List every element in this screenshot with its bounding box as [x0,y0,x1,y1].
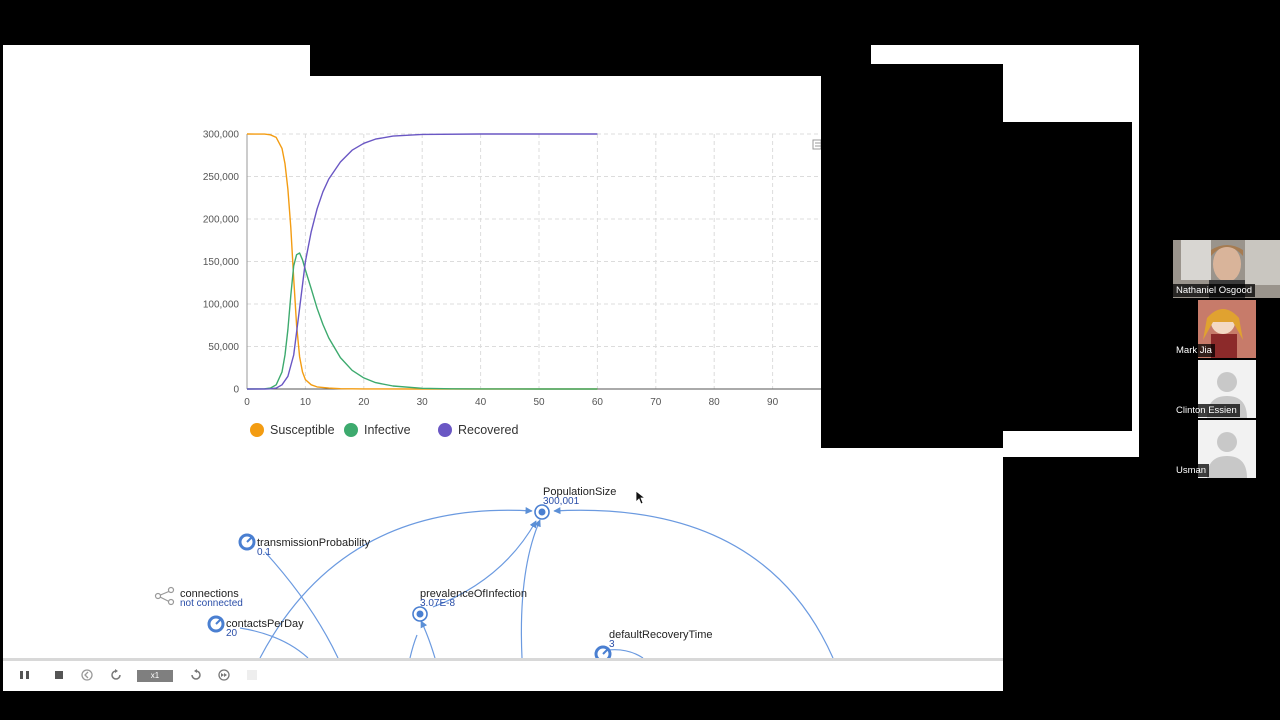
contacts-per-day-value: 20 [226,628,238,639]
transmission-probability-param-icon[interactable] [238,533,256,551]
fast-forward-icon [218,669,230,681]
legend-susceptible-label: Susceptible [270,423,335,437]
contacts-per-day-label: contactsPerDay [226,618,304,630]
speed-indicator[interactable]: x1 [137,670,173,682]
x-tick-label: 70 [650,397,662,408]
run-fast-button[interactable] [217,668,231,682]
participant-tile[interactable]: Mark Jia [1173,300,1280,358]
y-tick-label: 0 [233,385,239,396]
x-tick-label: 60 [592,397,604,408]
x-tick-label: 80 [709,397,721,408]
legend-infective-swatch [344,423,358,437]
pause-icon [20,671,29,679]
restart-button[interactable] [109,668,123,682]
population-size-value: 300,001 [543,496,580,507]
legend-susceptible-swatch [250,423,264,437]
participant-name: Clinton Essien [1173,404,1240,417]
x-tick-label: 20 [358,397,370,408]
step-back-icon [81,669,93,681]
blank-button-icon [247,670,257,680]
link-bottom-to-prevalence [420,620,436,658]
legend-recovered[interactable]: Recovered [438,423,518,437]
participant-name: Usman [1173,464,1210,477]
connections-share-icon[interactable] [154,586,175,606]
y-tick-label: 200,000 [203,215,240,226]
participant-tile[interactable]: Usman [1173,420,1280,478]
overlay-window-2 [1003,122,1132,431]
participant-name: Mark Jia [1173,344,1215,357]
stop-icon [55,671,63,679]
pause-button[interactable] [18,668,32,682]
legend-infective-label: Infective [364,423,411,437]
link-contacts-down [239,627,309,658]
model-diagram [154,504,834,658]
y-tick-label: 150,000 [203,257,240,268]
x-tick-label: 10 [300,397,312,408]
legend-recovered-swatch [438,423,452,437]
x-tick-label: 40 [475,397,487,408]
x-tick-label: 0 [244,397,250,408]
x-tick-label: 50 [533,397,545,408]
y-tick-label: 300,000 [203,130,240,141]
chart-tick-labels: 0 10 20 30 40 50 60 70 80 90 0 50,000 100,000 150,000… [203,130,779,409]
extra-toolbar-button[interactable] [245,668,259,682]
legend-recovered-label: Recovered [458,423,519,437]
contacts-per-day-param-icon[interactable] [207,615,225,633]
y-tick-label: 100,000 [203,300,240,311]
simulation-toolbar: x1 [3,658,1003,691]
legend-infective[interactable]: Infective [344,423,411,437]
transmission-probability-label: transmissionProbability [257,537,371,549]
transmission-probability-value: 0.1 [257,547,271,558]
connections-value: not connected [180,598,243,609]
y-tick-label: 50,000 [208,342,239,353]
participant-tile[interactable]: Clinton Essien [1173,360,1280,418]
participant-tile[interactable]: Nathaniel Osgood [1173,240,1280,298]
y-tick-label: 250,000 [203,172,240,183]
speed-up-icon [191,669,201,680]
stop-button[interactable] [52,668,66,682]
recovery-time-value: 3 [609,639,615,650]
overlay-window [821,64,1003,448]
overlay-window-top [310,45,821,76]
link-bottom-left [409,634,418,658]
participant-name: Nathaniel Osgood [1173,284,1256,297]
step-back-button[interactable] [80,668,94,682]
recovery-time-param-icon[interactable] [594,645,612,658]
recovery-time-label: defaultRecoveryTime [609,629,713,641]
link-transmission-down [264,551,339,658]
speed-up-button[interactable] [189,668,203,682]
prevalence-node[interactable] [412,606,428,622]
prevalence-value: 3.07E-8 [420,598,456,609]
chart-export-icon[interactable] [812,139,821,150]
population-size-node[interactable] [534,504,550,520]
restart-icon [111,669,121,680]
x-tick-label: 30 [417,397,429,408]
legend-susceptible[interactable]: Susceptible [250,423,335,437]
link-left-to-population [259,507,533,658]
mouse-cursor-icon [636,491,646,505]
link-recovery [607,649,644,658]
x-tick-label: 90 [767,397,779,408]
sir-line-chart: 0 10 20 30 40 50 60 70 80 90 0 50,000 100,000 150,000… [203,130,821,409]
